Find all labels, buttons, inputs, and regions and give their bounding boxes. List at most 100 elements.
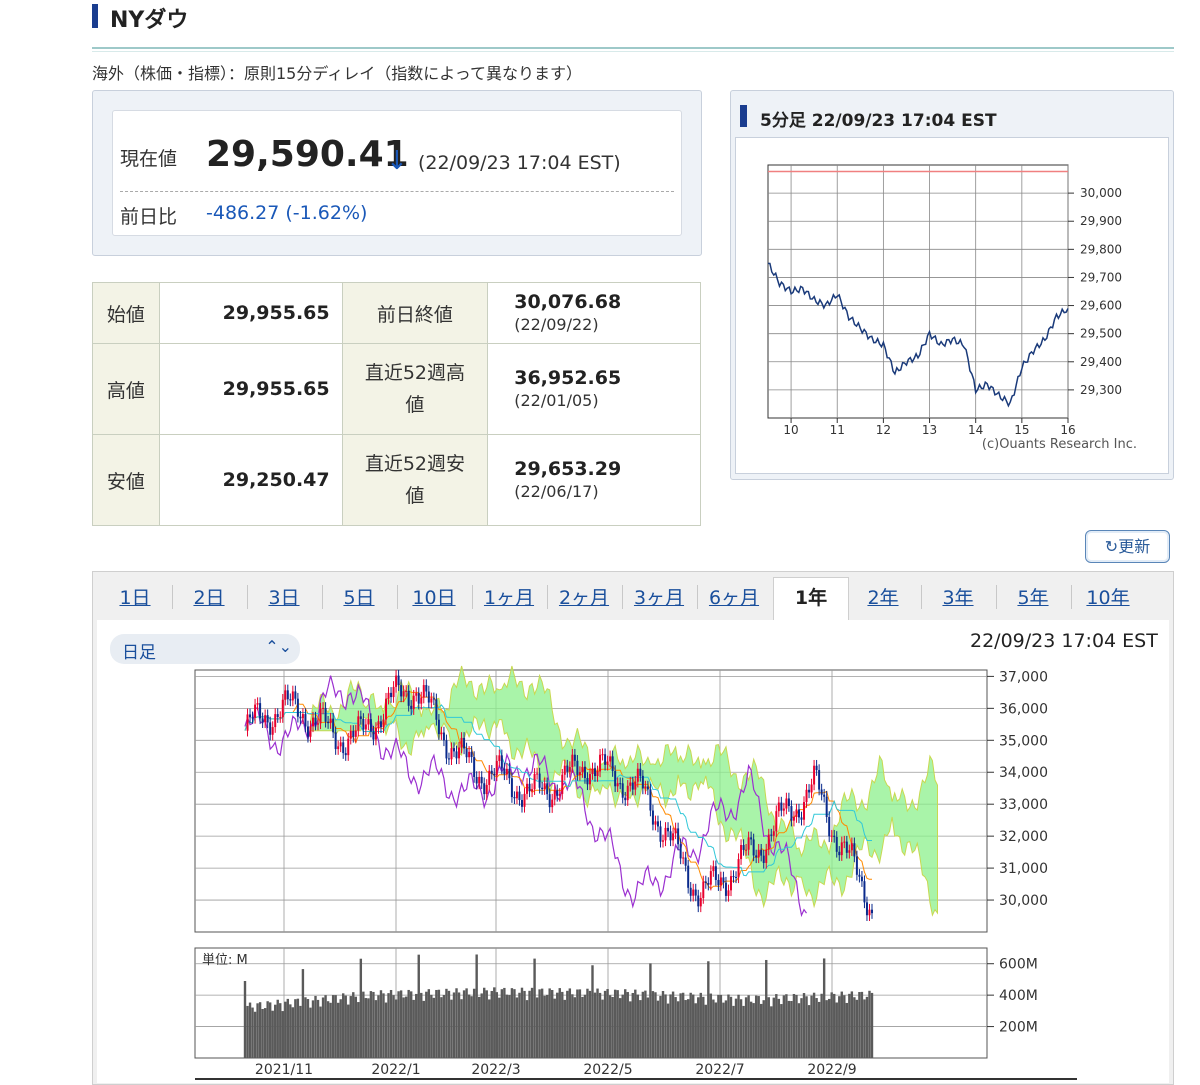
volume-bar xyxy=(760,1003,763,1058)
candle-body xyxy=(823,794,826,797)
candle-body xyxy=(337,746,340,750)
prev-close-date: (22/09/22) xyxy=(514,315,599,334)
volume-bar xyxy=(299,1005,302,1058)
volume-bar xyxy=(639,1000,642,1058)
tab-4[interactable]: 10日 xyxy=(404,583,464,610)
candle-body xyxy=(833,835,836,837)
low-value: 29,250.47 xyxy=(158,434,343,526)
prev-close-cell: 30,076.68 (22/09/22) xyxy=(487,282,701,344)
volume-bar xyxy=(785,994,788,1058)
tab-3[interactable]: 5日 xyxy=(329,583,389,610)
volume-bar xyxy=(528,990,531,1058)
candle-body xyxy=(571,754,574,768)
volume-bar xyxy=(253,1011,257,1058)
volume-bar xyxy=(727,994,730,1058)
volume-bar xyxy=(276,999,279,1058)
volume-bar xyxy=(369,991,373,1058)
tab-0[interactable]: 1日 xyxy=(105,583,165,610)
tab-separator xyxy=(920,585,922,609)
candle-body xyxy=(787,798,790,807)
candle-body xyxy=(503,768,506,775)
volume-bar xyxy=(860,991,864,1058)
tab-5[interactable]: 1ヶ月 xyxy=(479,583,539,610)
candle-body xyxy=(611,756,614,772)
volume-bar xyxy=(352,992,355,1058)
candle-body xyxy=(510,778,513,798)
tab-1[interactable]: 2日 xyxy=(179,583,239,610)
refresh-icon: ↻ xyxy=(1104,537,1119,556)
candle-body xyxy=(440,732,443,735)
volume-bar xyxy=(500,989,504,1058)
tab-separator xyxy=(696,585,698,609)
refresh-button[interactable]: ↻更新 xyxy=(1085,530,1170,563)
volume-bar xyxy=(835,1002,838,1058)
volume-bar xyxy=(830,992,833,1058)
tab-9[interactable]: 1年 xyxy=(773,577,849,622)
candle-body xyxy=(818,770,821,790)
candle-body xyxy=(782,808,785,811)
candle-body xyxy=(689,887,692,896)
volume-bar xyxy=(822,958,826,1058)
volume-bar xyxy=(792,993,796,1058)
volume-bar xyxy=(782,995,786,1058)
candle-body xyxy=(390,692,393,698)
volume-bar xyxy=(442,994,446,1058)
volume-bar xyxy=(566,990,569,1058)
volume-bar xyxy=(281,1011,284,1058)
volume-bar xyxy=(480,993,483,1058)
intraday-chart: 30,000 29,900 29,800 29,700 29,600 29,500 29,4… xyxy=(767,164,1137,452)
candle-body xyxy=(528,783,531,792)
volume-bar xyxy=(583,994,587,1058)
candle-body xyxy=(515,791,518,799)
candle-body xyxy=(344,753,347,756)
volume-bar xyxy=(613,989,617,1058)
low52-label: 直近52週安値 xyxy=(341,434,489,526)
volume-bar xyxy=(286,998,290,1058)
volume-bar xyxy=(707,961,710,1058)
tab-12[interactable]: 5年 xyxy=(1003,583,1063,610)
tab-separator xyxy=(246,585,248,609)
candle-body xyxy=(354,730,357,737)
volume-bar xyxy=(596,988,599,1058)
tab-6[interactable]: 2ヶ月 xyxy=(554,583,614,610)
candle-body xyxy=(825,796,828,818)
candle-body xyxy=(699,898,702,907)
volume-bar xyxy=(845,1002,849,1058)
candle-body xyxy=(732,876,735,878)
tab-13[interactable]: 10年 xyxy=(1078,583,1138,610)
candle-body xyxy=(649,789,652,811)
candle-body xyxy=(740,845,743,860)
tab-8[interactable]: 6ヶ月 xyxy=(704,583,764,610)
candle-body xyxy=(478,776,481,784)
volume-bar xyxy=(815,998,818,1058)
candle-body xyxy=(493,773,496,776)
volume-bar xyxy=(374,1000,378,1058)
volume-bar xyxy=(246,1005,249,1058)
candle-body xyxy=(475,777,478,784)
high52-date: (22/01/05) xyxy=(514,391,599,410)
high52-label-line2: 値 xyxy=(405,394,425,416)
volume-bar xyxy=(470,996,473,1058)
candle-body xyxy=(747,837,750,850)
volume-bar xyxy=(865,996,869,1058)
candle-body xyxy=(717,879,720,886)
volume-bar xyxy=(258,1002,262,1058)
volume-bar xyxy=(545,994,549,1058)
candle-body xyxy=(742,845,745,850)
tab-11[interactable]: 3年 xyxy=(928,583,988,610)
volume-bar xyxy=(475,954,478,1058)
candle-body xyxy=(601,754,604,756)
tab-2[interactable]: 3日 xyxy=(254,583,314,610)
candle-body xyxy=(719,877,722,886)
volume-bar xyxy=(399,990,403,1058)
tab-separator xyxy=(471,585,473,609)
candle-body xyxy=(367,719,370,725)
tab-10[interactable]: 2年 xyxy=(853,583,913,610)
open-value: 29,955.65 xyxy=(158,282,343,344)
candle-body xyxy=(309,726,312,737)
tab-7[interactable]: 3ヶ月 xyxy=(629,583,689,610)
volume-bar xyxy=(518,992,521,1058)
high52-label: 直近52週高値 xyxy=(341,343,489,435)
price-tick-label: 36,000 xyxy=(999,701,1048,717)
volume-bar xyxy=(447,990,451,1058)
